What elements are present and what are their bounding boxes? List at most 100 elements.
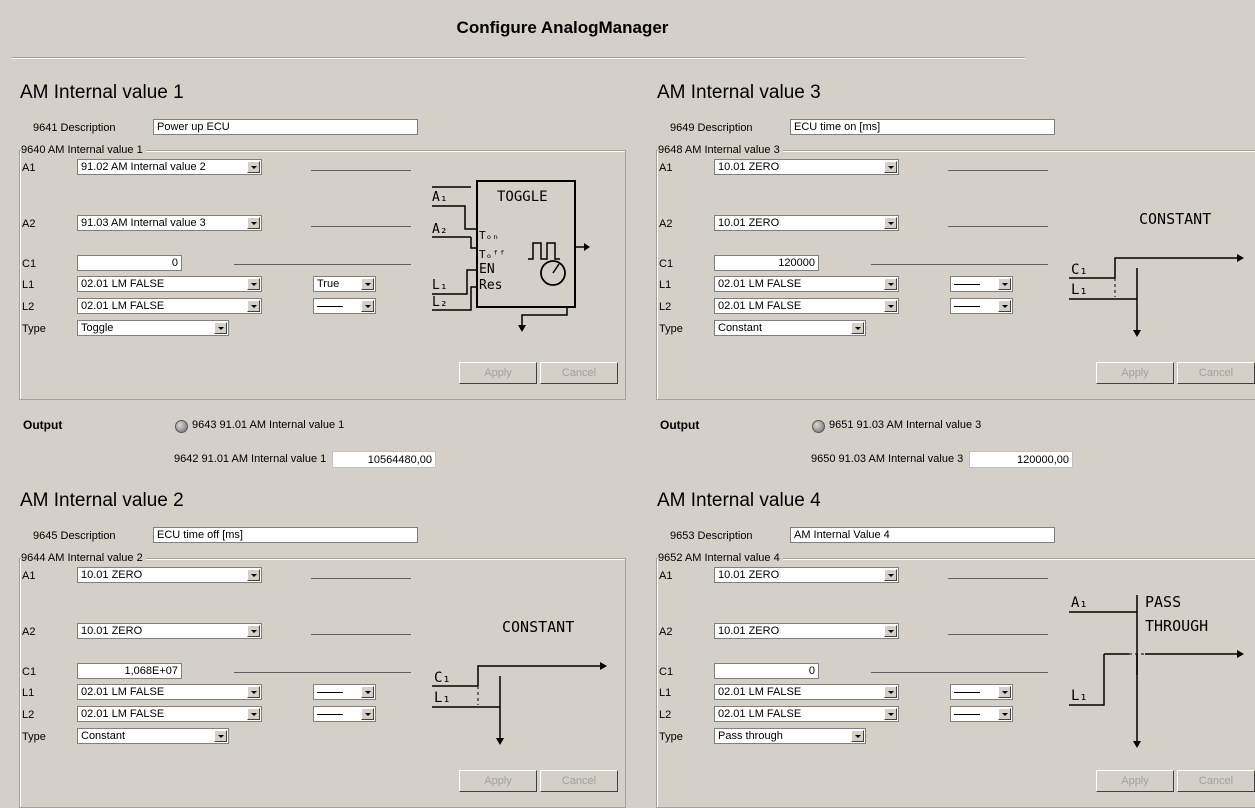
l1-select[interactable]: 02.01 LM FALSE bbox=[714, 684, 899, 700]
a2-select[interactable]: 10.01 ZERO bbox=[714, 623, 899, 639]
a2-select[interactable]: 91.03 AM Internal value 3 bbox=[77, 215, 262, 231]
l1-select[interactable]: 02.01 LM FALSE bbox=[714, 276, 899, 292]
type-select[interactable]: Toggle bbox=[77, 320, 229, 336]
chevron-down-icon[interactable] bbox=[214, 322, 227, 334]
chevron-down-icon[interactable] bbox=[884, 708, 897, 720]
cancel-button[interactable]: Cancel bbox=[1177, 770, 1255, 792]
a2-select[interactable]: 10.01 ZERO bbox=[714, 215, 899, 231]
c1-input[interactable]: 0 bbox=[714, 663, 819, 679]
cancel-button[interactable]: Cancel bbox=[540, 362, 618, 384]
a1-select[interactable]: 10.01 ZERO bbox=[714, 159, 899, 175]
chevron-down-icon[interactable] bbox=[998, 300, 1011, 312]
l2-option-select[interactable] bbox=[950, 706, 1013, 722]
a1-select[interactable]: 91.02 AM Internal value 2 bbox=[77, 159, 262, 175]
c1-input[interactable]: 0 bbox=[77, 255, 182, 271]
c1-input[interactable]: 120000 bbox=[714, 255, 819, 271]
cancel-button[interactable]: Cancel bbox=[540, 770, 618, 792]
l1-option-select[interactable]: True bbox=[313, 276, 376, 292]
a2-label: A2 bbox=[659, 626, 673, 638]
l1-option-select[interactable] bbox=[950, 276, 1013, 292]
chevron-down-icon[interactable] bbox=[247, 300, 260, 312]
type-select-value: Pass through bbox=[718, 730, 783, 742]
chevron-down-icon[interactable] bbox=[998, 278, 1011, 290]
window-title: Configure AnalogManager bbox=[456, 18, 669, 37]
chevron-down-icon[interactable] bbox=[361, 278, 374, 290]
cancel-button[interactable]: Cancel bbox=[1177, 362, 1255, 384]
apply-button[interactable]: Apply bbox=[1096, 362, 1174, 384]
chevron-down-icon[interactable] bbox=[884, 625, 897, 637]
l2-select[interactable]: 02.01 LM FALSE bbox=[714, 298, 899, 314]
l2-select-value: 02.01 LM FALSE bbox=[81, 300, 165, 312]
chevron-down-icon[interactable] bbox=[361, 686, 374, 698]
type-select[interactable]: Pass through bbox=[714, 728, 866, 744]
none-option-dash bbox=[954, 306, 980, 307]
chevron-down-icon[interactable] bbox=[247, 686, 260, 698]
chevron-down-icon[interactable] bbox=[247, 161, 260, 173]
l2-select[interactable]: 02.01 LM FALSE bbox=[77, 298, 262, 314]
chevron-down-icon[interactable] bbox=[998, 686, 1011, 698]
l2-select-value: 02.01 LM FALSE bbox=[81, 708, 165, 720]
a2-select-value: 10.01 ZERO bbox=[718, 625, 780, 637]
apply-button[interactable]: Apply bbox=[1096, 770, 1174, 792]
l1-option-select[interactable] bbox=[313, 684, 376, 700]
group-label: 9652 AM Internal value 4 bbox=[658, 552, 783, 564]
chevron-down-icon[interactable] bbox=[884, 278, 897, 290]
chevron-down-icon[interactable] bbox=[247, 278, 260, 290]
l2-select[interactable]: 02.01 LM FALSE bbox=[77, 706, 262, 722]
l2-option-select[interactable] bbox=[950, 298, 1013, 314]
l1-option-select-value: True bbox=[317, 278, 340, 290]
l1-option-select[interactable] bbox=[950, 684, 1013, 700]
type-label: Type bbox=[22, 731, 46, 743]
l2-option-select[interactable] bbox=[313, 706, 376, 722]
output-label: Output bbox=[660, 418, 700, 432]
a1-connector-line bbox=[311, 578, 411, 579]
apply-button[interactable]: Apply bbox=[459, 362, 537, 384]
chevron-down-icon[interactable] bbox=[884, 686, 897, 698]
chevron-down-icon[interactable] bbox=[214, 730, 227, 742]
output-value-field: 120000,00 bbox=[969, 451, 1073, 468]
output-value-label: 9642 91.01 AM Internal value 1 bbox=[174, 453, 327, 465]
none-option-dash bbox=[954, 284, 980, 285]
none-option-dash bbox=[954, 714, 980, 715]
c1-connector-line bbox=[871, 672, 1048, 673]
chevron-down-icon[interactable] bbox=[851, 730, 864, 742]
res-label: Res bbox=[479, 278, 502, 293]
chevron-down-icon[interactable] bbox=[884, 300, 897, 312]
a2-select[interactable]: 10.01 ZERO bbox=[77, 623, 262, 639]
l1-select-value: 02.01 LM FALSE bbox=[81, 278, 165, 290]
c1-connector-line bbox=[871, 264, 1048, 265]
a1-select[interactable]: 10.01 ZERO bbox=[714, 567, 899, 583]
a1-select[interactable]: 10.01 ZERO bbox=[77, 567, 262, 583]
chevron-down-icon[interactable] bbox=[361, 300, 374, 312]
type-select-value: Toggle bbox=[81, 322, 114, 334]
chevron-down-icon[interactable] bbox=[998, 708, 1011, 720]
description-input[interactable]: ECU time on [ms] bbox=[790, 119, 1055, 135]
type-select[interactable]: Constant bbox=[77, 728, 229, 744]
chevron-down-icon[interactable] bbox=[851, 322, 864, 334]
description-input[interactable]: ECU time off [ms] bbox=[153, 527, 418, 543]
chevron-down-icon[interactable] bbox=[361, 708, 374, 720]
l2-label: L2 bbox=[22, 709, 35, 721]
description-input[interactable]: AM Internal Value 4 bbox=[790, 527, 1055, 543]
chevron-down-icon[interactable] bbox=[884, 569, 897, 581]
apply-button[interactable]: Apply bbox=[459, 770, 537, 792]
c1-input-label: C₁ bbox=[1071, 262, 1088, 278]
a2-label: A2 bbox=[22, 626, 36, 638]
l1-select[interactable]: 02.01 LM FALSE bbox=[77, 684, 262, 700]
chevron-down-icon[interactable] bbox=[247, 708, 260, 720]
chevron-down-icon[interactable] bbox=[884, 217, 897, 229]
c1-input[interactable]: 1,068E+07 bbox=[77, 663, 182, 679]
l1-select-value: 02.01 LM FALSE bbox=[81, 686, 165, 698]
chevron-down-icon[interactable] bbox=[247, 569, 260, 581]
l2-select[interactable]: 02.01 LM FALSE bbox=[714, 706, 899, 722]
chevron-down-icon[interactable] bbox=[247, 625, 260, 637]
description-label: 9653 Description bbox=[670, 530, 753, 542]
panel-am-internal-value-1: AM Internal value 1 9641 Description Pow… bbox=[12, 82, 632, 468]
l2-option-select[interactable] bbox=[313, 298, 376, 314]
chevron-down-icon[interactable] bbox=[247, 217, 260, 229]
description-input[interactable]: Power up ECU bbox=[153, 119, 418, 135]
l1-input-label: L₁ bbox=[434, 690, 451, 706]
l1-select[interactable]: 02.01 LM FALSE bbox=[77, 276, 262, 292]
type-select[interactable]: Constant bbox=[714, 320, 866, 336]
chevron-down-icon[interactable] bbox=[884, 161, 897, 173]
